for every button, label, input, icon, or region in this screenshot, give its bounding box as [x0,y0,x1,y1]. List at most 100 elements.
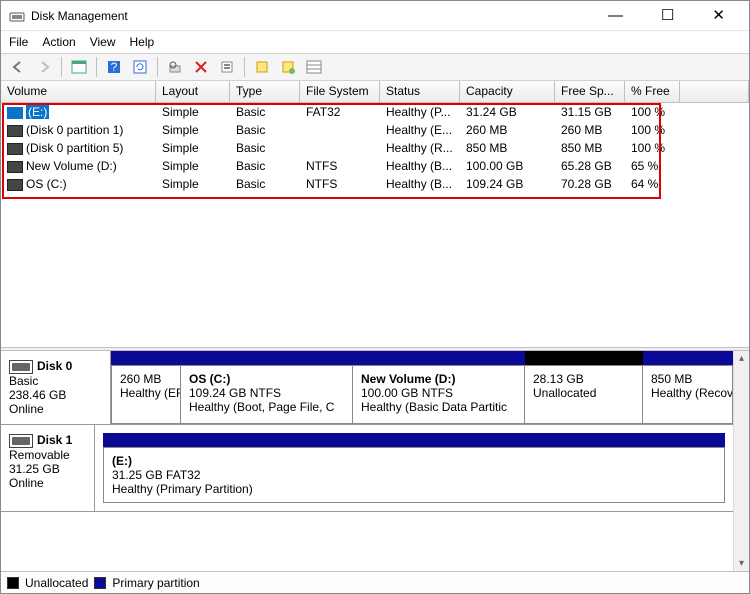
cell-layout: Simple [156,158,230,174]
drive-icon [7,161,23,173]
cell-filesystem: FAT32 [300,104,380,120]
disk-name: Disk 0 [37,359,72,373]
cell-layout: Simple [156,104,230,120]
disk-state: Online [9,476,86,490]
separator [61,57,62,77]
cell-capacity: 109.24 GB [460,176,555,192]
table-row[interactable]: (Disk 0 partition 1)SimpleBasicHealthy (… [1,121,749,139]
table-row[interactable]: (E:)SimpleBasicFAT32Healthy (P...31.24 G… [1,103,749,121]
col-freespace[interactable]: Free Sp... [555,81,625,102]
col-status[interactable]: Status [380,81,460,102]
disk-state: Online [9,402,102,416]
partition-status: Healthy (EF [120,386,172,400]
cell-type: Basic [230,158,300,174]
col-extra[interactable] [680,81,749,102]
partition-size: 28.13 GB [533,372,634,386]
scroll-down-icon[interactable]: ▾ [737,556,746,571]
cell-type: Basic [230,176,300,192]
partition-size: 109.24 GB NTFS [189,386,344,400]
svg-text:?: ? [111,60,118,74]
disk-row: Disk 0 Basic 238.46 GB Online260 MBHealt… [1,351,733,425]
table-row[interactable]: New Volume (D:) SimpleBasicNTFSHealthy (B… [1,157,749,175]
disk-icon [9,434,33,448]
drive-icon [7,143,23,155]
rescan-icon[interactable] [164,56,186,78]
app-icon [9,8,25,24]
cell-free: 65.28 GB [555,158,625,174]
disk-type: Removable [9,448,86,462]
volume-name: OS (C:) [26,177,67,191]
list-icon[interactable] [303,56,325,78]
legend: Unallocated Primary partition [1,571,749,593]
legend-primary-swatch [94,577,106,589]
disk-name: Disk 1 [37,433,72,447]
cell-filesystem: NTFS [300,158,380,174]
action2-icon[interactable] [277,56,299,78]
volume-name: (E:) [26,105,49,119]
disk-info[interactable]: Disk 0 Basic 238.46 GB Online [1,351,111,424]
cell-status: Healthy (R... [380,140,460,156]
disk-row: Disk 1 Removable 31.25 GB Online (E:)31.… [1,425,733,512]
cell-free: 260 MB [555,122,625,138]
menu-action[interactable]: Action [42,35,75,49]
volume-name: New Volume (D:) [26,159,117,173]
drive-icon [7,179,23,191]
cell-capacity: 31.24 GB [460,104,555,120]
cell-type: Basic [230,140,300,156]
legend-primary-label: Primary partition [112,576,199,590]
action-icon[interactable] [251,56,273,78]
table-row[interactable]: (Disk 0 partition 5)SimpleBasicHealthy (… [1,139,749,157]
col-volume[interactable]: Volume [1,81,156,102]
disk-map: Disk 0 Basic 238.46 GB Online260 MBHealt… [1,351,733,571]
disk-icon [9,360,33,374]
partition-status: Healthy (Primary Partition) [112,482,716,496]
minimize-button[interactable]: — [598,4,633,27]
show-hide-icon[interactable] [68,56,90,78]
maximize-button[interactable]: ☐ [651,4,684,27]
col-percentfree[interactable]: % Free [625,81,680,102]
col-capacity[interactable]: Capacity [460,81,555,102]
menu-help[interactable]: Help [130,35,155,49]
menu-file[interactable]: File [9,35,28,49]
table-row[interactable]: OS (C:)SimpleBasicNTFSHealthy (B...109.2… [1,175,749,193]
partition-label: OS (C:) [189,372,344,386]
close-button[interactable]: ✕ [702,4,735,27]
properties-icon[interactable] [216,56,238,78]
cell-pfree: 100 % [625,104,680,120]
cell-layout: Simple [156,122,230,138]
legend-unallocated-swatch [7,577,19,589]
back-icon[interactable] [7,56,29,78]
col-type[interactable]: Type [230,81,300,102]
cell-pfree: 65 % [625,158,680,174]
col-layout[interactable]: Layout [156,81,230,102]
menu-view[interactable]: View [90,35,116,49]
cell-status: Healthy (B... [380,176,460,192]
delete-icon[interactable] [190,56,212,78]
cell-free: 31.15 GB [555,104,625,120]
forward-icon[interactable] [33,56,55,78]
cell-type: Basic [230,122,300,138]
col-filesystem[interactable]: File System [300,81,380,102]
partition-box[interactable]: OS (C:)109.24 GB NTFSHealthy (Boot, Page… [181,365,353,424]
cell-pfree: 64 % [625,176,680,192]
help-icon[interactable]: ? [103,56,125,78]
partition-box[interactable]: 850 MBHealthy (Recov [643,365,733,424]
window-title: Disk Management [31,9,598,23]
scroll-up-icon[interactable]: ▴ [737,351,746,366]
disk-size: 238.46 GB [9,388,102,402]
scrollbar[interactable]: ▴ ▾ [733,351,749,571]
cell-filesystem [300,147,380,149]
partition-box[interactable]: (E:)31.25 GB FAT32Healthy (Primary Parti… [103,447,725,503]
legend-unallocated-label: Unallocated [25,576,88,590]
cell-pfree: 100 % [625,122,680,138]
partition-box[interactable]: 260 MBHealthy (EF [111,365,181,424]
cell-free: 70.28 GB [555,176,625,192]
partition-box[interactable]: New Volume (D:)100.00 GB NTFSHealthy (Ba… [353,365,525,424]
refresh-icon[interactable] [129,56,151,78]
volume-name: (Disk 0 partition 5) [26,141,123,155]
disk-management-window: Disk Management — ☐ ✕ File Action View H… [0,0,750,594]
cell-status: Healthy (B... [380,158,460,174]
partition-box[interactable]: 28.13 GBUnallocated [525,365,643,424]
disk-info[interactable]: Disk 1 Removable 31.25 GB Online [1,425,95,511]
separator [96,57,97,77]
